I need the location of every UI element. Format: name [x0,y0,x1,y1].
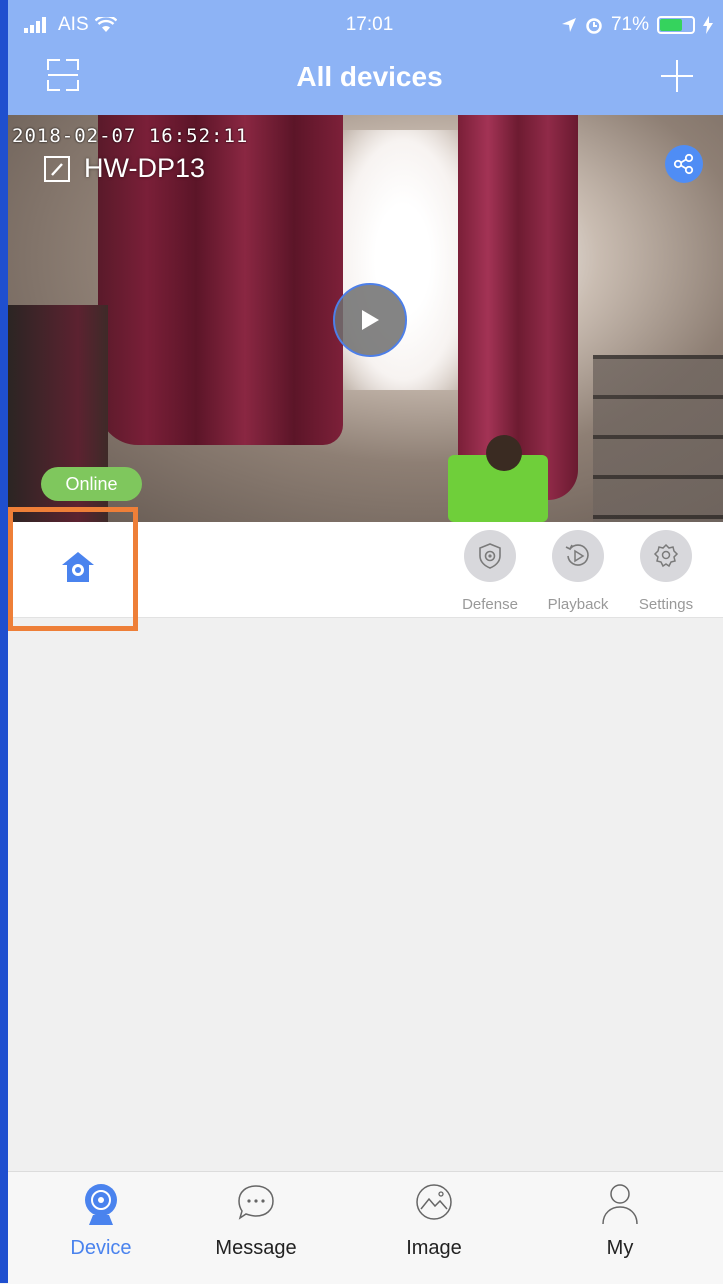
share-button[interactable] [665,145,703,183]
playback-button[interactable]: Playback [538,530,618,613]
tab-image[interactable]: Image [374,1182,494,1260]
defense-label: Defense [462,596,518,613]
edit-icon[interactable] [44,155,70,182]
bottom-tab-bar: Device Message Image My [8,1171,723,1284]
status-bar: AIS 17:01 71% [16,6,723,40]
battery-fill [660,19,683,31]
app-header: AIS 17:01 71% All devices [8,0,723,115]
camera-scene-ball [486,435,522,471]
tab-my[interactable]: My [560,1182,680,1260]
tab-device-label: Device [70,1237,132,1259]
device-name-row: HW-DP13 [44,153,205,184]
playback-icon [552,530,604,582]
tab-image-label: Image [406,1237,462,1259]
highlight-box [8,507,138,631]
message-icon [238,1185,274,1220]
camera-scene-shelf [593,355,723,522]
tab-device[interactable]: Device [41,1182,161,1260]
share-icon [673,153,694,175]
status-badge: Online [41,467,142,501]
screen-frame-left [0,0,8,1283]
status-right: 71% [561,14,713,36]
camera-icon [85,1184,117,1225]
settings-label: Settings [638,596,694,613]
video-timestamp: 2018-02-07 16:52:11 [12,125,249,147]
playback-label: Playback [547,596,609,613]
tab-message-label: Message [215,1237,297,1259]
charging-icon [703,16,713,34]
defense-button[interactable]: Defense [450,530,530,613]
image-icon [416,1184,452,1220]
device-name: HW-DP13 [84,153,206,183]
plus-icon[interactable] [659,58,695,94]
tab-my-label: My [606,1237,634,1259]
alarm-icon [586,18,602,34]
battery-percent: 71% [610,14,649,35]
page-title: All devices [296,61,443,92]
location-icon [561,18,576,32]
play-button[interactable] [333,283,407,357]
nav-bar: All devices [16,44,723,110]
settings-icon [640,530,692,582]
user-icon [602,1184,638,1225]
tab-message[interactable]: Message [196,1182,316,1260]
settings-button[interactable]: Settings [626,530,706,613]
defense-icon [464,530,516,582]
camera-preview[interactable]: 2018-02-07 16:52:11 HW-DP13 Online [8,115,723,522]
battery-icon [657,16,695,34]
play-icon [362,310,379,330]
